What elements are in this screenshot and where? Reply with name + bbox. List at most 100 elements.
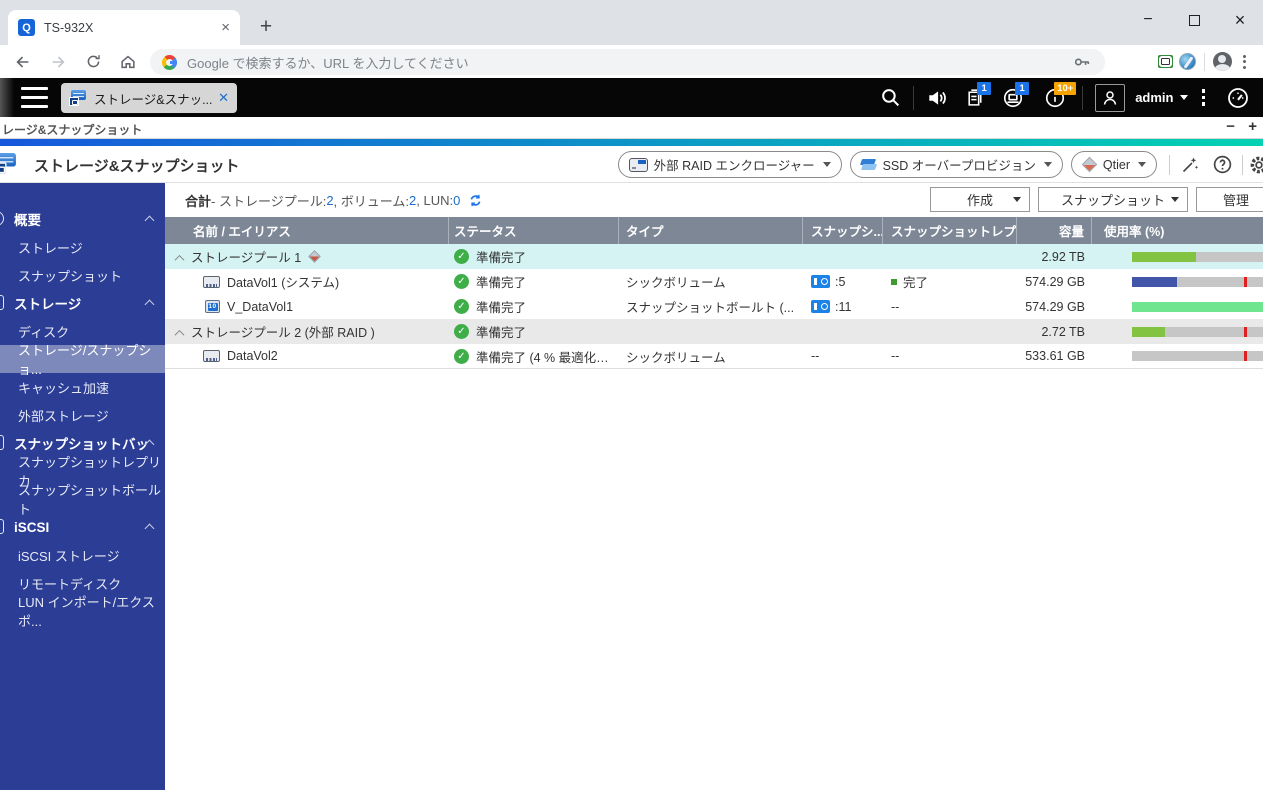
- qtier-icon: [1081, 156, 1098, 173]
- capacity-value: 574.29 GB: [1025, 299, 1085, 314]
- capacity-value: 2.72 TB: [1041, 324, 1085, 339]
- create-button[interactable]: 作成: [930, 187, 1030, 212]
- qts-window-title: レージ&スナップショット: [2, 123, 143, 137]
- usage-bar: [1132, 301, 1263, 312]
- iscsi-section-icon: [0, 519, 4, 534]
- key-icon[interactable]: [1071, 51, 1093, 73]
- sidebar-item-lun-import-export[interactable]: LUN インポート/エクスポ...: [0, 595, 165, 629]
- back-icon[interactable]: [11, 50, 35, 74]
- table-row-vdatavol1[interactable]: 10 V_DataVol1 ✓ 準備完了 スナップショットボールト (... :1…: [165, 294, 1263, 319]
- sidebar-section-iscsi[interactable]: iSCSI: [0, 513, 165, 541]
- qnap-favicon-icon: Q: [18, 19, 35, 36]
- address-input[interactable]: Google で検索するか、URL を入力してください: [150, 49, 1105, 75]
- divider: [1204, 52, 1205, 71]
- sidebar-item-storage-snapshots[interactable]: ストレージ/スナップショ...: [0, 343, 165, 377]
- sidebar-item-cache-acceleration[interactable]: キャッシュ加速: [0, 373, 165, 401]
- search-icon[interactable]: [871, 78, 909, 117]
- window-strip-minimize-icon[interactable]: −: [1226, 118, 1235, 135]
- sidebar-item-snapshot-vault[interactable]: スナップショットボールト: [0, 483, 165, 517]
- table-header: 名前 / エイリアス ステータス タイプ スナップシ... スナップショットレプ…: [165, 217, 1263, 244]
- window-strip-add-icon[interactable]: +: [1248, 118, 1257, 135]
- content-toolbar: 合計 - ストレージプール: 2, ボリューム: 2, LUN: 0 作成 スナ…: [165, 183, 1263, 217]
- user-menu-caret-icon[interactable]: [1179, 95, 1188, 104]
- sidebar: 概要 ストレージ スナップショット ストレージ ディスク ストレージ/スナップシ…: [0, 183, 165, 790]
- status-ok-icon: ✓: [454, 348, 469, 364]
- qts-window-strip: レージ&スナップショット − +: [0, 117, 1263, 139]
- sidebar-item-snapshot-overview[interactable]: スナップショット: [0, 261, 165, 289]
- browser-menu-icon[interactable]: [1233, 51, 1255, 73]
- column-name[interactable]: 名前 / エイリアス: [165, 217, 449, 244]
- summary-line: 合計 - ストレージプール: 2, ボリューム: 2, LUN: 0: [185, 191, 483, 210]
- collapse-icon[interactable]: [144, 215, 155, 226]
- ssd-overprovisioning-button[interactable]: SSD オーバープロビジョン: [849, 151, 1063, 178]
- table-row-datavol2[interactable]: DataVol2 ✓準備完了 (4 % 最適化してい... シックボリューム -…: [165, 344, 1263, 369]
- replica-done-icon: [891, 278, 897, 285]
- sidebar-item-storage-overview[interactable]: ストレージ: [0, 233, 165, 261]
- storage-section-icon: [0, 295, 4, 310]
- lightshot-extension-icon[interactable]: [1176, 51, 1198, 73]
- browser-tab-title: TS-932X: [44, 20, 94, 35]
- username-label[interactable]: admin: [1135, 90, 1173, 105]
- user-avatar[interactable]: [1095, 83, 1126, 112]
- window-maximize-button[interactable]: [1171, 0, 1217, 40]
- screenshot-extension-icon[interactable]: [1154, 51, 1176, 73]
- external-raid-enclosure-button[interactable]: 外部 RAID エンクロージャー: [617, 151, 842, 178]
- window-minimize-button[interactable]: −: [1125, 0, 1171, 40]
- wizard-icon[interactable]: [1174, 155, 1206, 175]
- reload-icon[interactable]: [81, 50, 105, 74]
- volume-icon[interactable]: [918, 78, 956, 117]
- sidebar-section-overview[interactable]: 概要: [0, 205, 165, 233]
- qts-top-bar: ストレージ&スナッ... ✕ 1 1 10+ admin: [0, 78, 1263, 117]
- collapse-icon[interactable]: [174, 254, 185, 265]
- qtier-button[interactable]: Qtier: [1070, 151, 1157, 178]
- snapshot-vault-icon: 10: [205, 300, 220, 313]
- settings-gear-icon[interactable]: [1247, 154, 1263, 176]
- table-row-pool1[interactable]: ストレージプール 1 ✓ 準備完了 2.92 TB: [165, 244, 1263, 269]
- qtier-pool-icon: [308, 250, 322, 263]
- main-menu-icon[interactable]: [21, 87, 48, 108]
- collapse-icon[interactable]: [174, 329, 185, 340]
- notifications-badge: 10+: [1054, 82, 1077, 95]
- browser-tab[interactable]: Q TS-932X ×: [8, 10, 240, 45]
- external-device-icon[interactable]: 1: [994, 78, 1032, 117]
- new-tab-button[interactable]: +: [252, 13, 280, 41]
- forward-icon[interactable]: [46, 50, 70, 74]
- column-status[interactable]: ステータス: [449, 217, 619, 244]
- background-tasks-icon[interactable]: 1: [956, 78, 994, 117]
- sidebar-item-external-storage[interactable]: 外部ストレージ: [0, 401, 165, 429]
- dashboard-gauge-icon[interactable]: [1219, 78, 1257, 117]
- column-snapshot-replica[interactable]: スナップショットレプリカ: [883, 217, 1017, 244]
- qts-app-tab-close-icon[interactable]: ✕: [218, 90, 229, 106]
- help-icon[interactable]: [1206, 154, 1238, 175]
- column-snapshots[interactable]: スナップシ...: [803, 217, 883, 244]
- refresh-icon[interactable]: [468, 193, 483, 208]
- column-capacity[interactable]: 容量: [1017, 217, 1092, 244]
- status-ok-icon: ✓: [454, 274, 469, 289]
- home-icon[interactable]: [116, 50, 140, 74]
- snapshot-count-icon: [811, 300, 830, 313]
- table-row-datavol1[interactable]: DataVol1 (システム) ✓ 準備完了 シックボリューム :5 完了 574…: [165, 269, 1263, 294]
- app-icon: [0, 153, 17, 175]
- sidebar-item-iscsi-storage[interactable]: iSCSI ストレージ: [0, 541, 165, 569]
- usage-bar: [1132, 351, 1263, 361]
- sidebar-section-storage[interactable]: ストレージ: [0, 289, 165, 317]
- tab-close-icon[interactable]: ×: [221, 20, 230, 35]
- storage-app-icon: [69, 90, 87, 106]
- volume-icon: [203, 275, 220, 288]
- notifications-icon[interactable]: 10+: [1032, 78, 1078, 117]
- snapshot-button[interactable]: スナップショット: [1038, 187, 1188, 212]
- address-placeholder: Google で検索するか、URL を入力してください: [187, 55, 469, 71]
- qts-app-tab[interactable]: ストレージ&スナッ... ✕: [61, 83, 237, 113]
- collapse-icon[interactable]: [144, 299, 155, 310]
- capacity-value: 533.61 GB: [1025, 349, 1085, 363]
- volume-icon: [203, 350, 220, 362]
- table-row-pool2[interactable]: ストレージプール 2 (外部 RAID ) ✓ 準備完了 2.72 TB: [165, 319, 1263, 344]
- options-icon[interactable]: [1201, 89, 1205, 106]
- capacity-value: 574.29 GB: [1025, 274, 1085, 289]
- column-type[interactable]: タイプ: [619, 217, 803, 244]
- collapse-icon[interactable]: [144, 523, 155, 534]
- window-close-button[interactable]: ×: [1217, 0, 1263, 40]
- manage-button[interactable]: 管理: [1196, 187, 1263, 212]
- column-usage[interactable]: 使用率 (%): [1092, 217, 1263, 244]
- browser-profile-avatar[interactable]: [1211, 51, 1233, 73]
